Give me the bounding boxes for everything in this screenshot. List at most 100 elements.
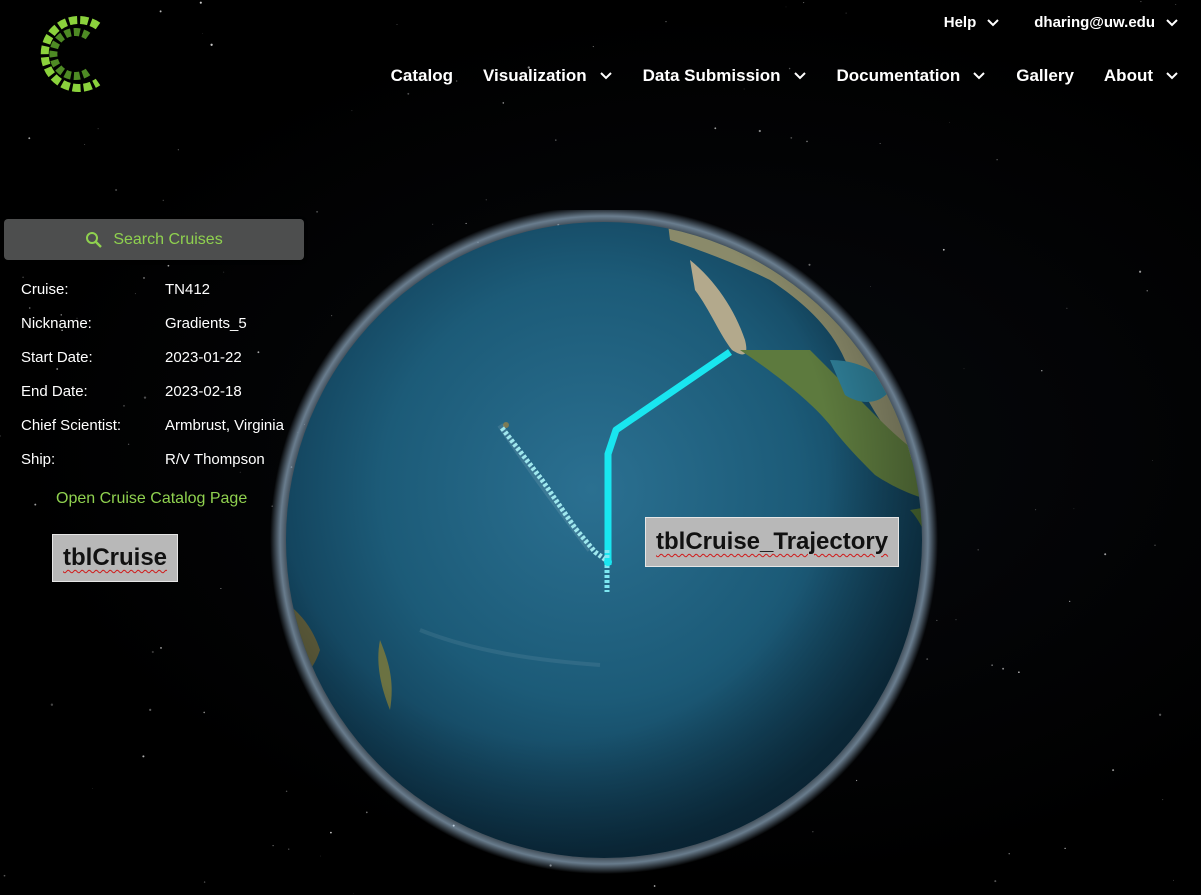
star: [123, 404, 125, 407]
star: [34, 503, 37, 506]
star: [1002, 667, 1005, 670]
cmap-logo-icon[interactable]: [28, 8, 112, 100]
help-menu[interactable]: Help: [944, 14, 1001, 31]
start-date-label: Start Date:: [21, 349, 93, 366]
star: [806, 140, 808, 143]
chevron-down-icon: [973, 72, 985, 80]
star: [942, 248, 945, 251]
star: [210, 43, 213, 46]
start-date-value: 2023-01-22: [165, 349, 242, 366]
nav-catalog[interactable]: Catalog: [391, 66, 453, 86]
nav-about-label: About: [1103, 66, 1153, 85]
star: [1172, 879, 1175, 881]
nav-gallery[interactable]: Gallery: [1016, 66, 1074, 86]
star: [790, 136, 793, 139]
star: [151, 650, 154, 654]
star: [785, 6, 787, 8]
nav-gallery-label: Gallery: [1016, 66, 1074, 85]
star: [1154, 544, 1156, 546]
chevron-down-icon: [1166, 18, 1178, 26]
cruise-value: TN412: [165, 281, 211, 298]
star: [502, 102, 505, 104]
star: [1112, 769, 1115, 772]
star: [162, 199, 165, 202]
star: [0, 435, 1, 437]
cruise-info-row: Cruise: TN412: [21, 281, 210, 298]
top-utility-nav: Help dharing@uw.edu: [944, 14, 1179, 31]
star: [963, 368, 965, 370]
star: [1146, 290, 1148, 292]
star: [991, 664, 993, 666]
star: [1018, 671, 1020, 674]
star: [97, 128, 99, 130]
nav-documentation[interactable]: Documentation: [837, 66, 987, 86]
chief-scientist-value: Armbrust, Virginia: [165, 417, 284, 434]
chevron-down-icon: [599, 72, 612, 80]
star: [1162, 799, 1164, 801]
star: [92, 788, 94, 789]
star: [592, 46, 594, 48]
ship-value: R/V Thompson: [165, 451, 265, 468]
star: [1140, 1, 1142, 3]
star: [22, 276, 24, 279]
star: [351, 110, 353, 112]
star: [977, 549, 979, 551]
star: [743, 88, 745, 90]
cruise-visualization-app: Help dharing@uw.edu Catalog Visualizatio…: [0, 0, 1201, 895]
star: [3, 874, 6, 877]
tblcruise-annotation: tblCruise: [52, 534, 179, 582]
start-date-info-row: Start Date: 2023-01-22: [21, 349, 242, 366]
star: [994, 880, 997, 883]
end-date-label: End Date:: [21, 383, 88, 400]
star: [555, 139, 557, 141]
star: [28, 307, 31, 309]
chief-scientist-info-row: Chief Scientist: Armbrust, Virginia: [21, 417, 284, 434]
star: [28, 137, 31, 140]
search-icon: [86, 231, 103, 248]
user-menu[interactable]: dharing@uw.edu: [1034, 14, 1179, 31]
star: [159, 10, 162, 13]
star: [127, 443, 130, 445]
trajectory-station-marker: [604, 558, 612, 566]
star: [160, 647, 162, 649]
star: [1104, 553, 1107, 556]
star: [84, 144, 86, 145]
chevron-down-icon: [1166, 72, 1178, 80]
star: [202, 33, 203, 34]
ship-info-row: Ship: R/V Thompson: [21, 451, 265, 468]
star: [955, 619, 957, 621]
star: [223, 271, 225, 273]
end-date-value: 2023-02-18: [165, 383, 242, 400]
nav-visualization-label: Visualization: [482, 66, 587, 85]
chevron-down-icon: [793, 72, 806, 80]
star: [1069, 600, 1071, 603]
nav-data-submission-label: Data Submission: [642, 66, 781, 85]
star: [353, 893, 354, 895]
main-nav: Catalog Visualization Data Submission Do…: [391, 66, 1179, 86]
star: [203, 711, 206, 714]
cruise-label: Cruise:: [21, 281, 69, 298]
help-label: Help: [943, 14, 977, 31]
nickname-value: Gradients_5: [165, 315, 247, 332]
end-date-info-row: End Date: 2023-02-18: [21, 383, 242, 400]
star: [1139, 270, 1142, 273]
nav-catalog-label: Catalog: [390, 66, 453, 85]
star: [949, 121, 950, 123]
star: [996, 159, 998, 161]
nickname-info-row: Nickname: Gradients_5: [21, 315, 247, 332]
star: [149, 708, 152, 712]
nav-data-submission[interactable]: Data Submission: [643, 66, 807, 86]
star: [845, 12, 847, 14]
star: [1175, 4, 1177, 5]
star: [407, 92, 410, 95]
star: [199, 1, 202, 4]
star: [1064, 847, 1066, 850]
star: [1035, 509, 1037, 511]
search-cruises-button[interactable]: Search Cruises: [4, 219, 304, 260]
nav-visualization[interactable]: Visualization: [483, 66, 613, 86]
star: [1158, 713, 1162, 716]
nav-about[interactable]: About: [1104, 66, 1179, 86]
open-cruise-catalog-link[interactable]: Open Cruise Catalog Page: [56, 490, 247, 508]
tblcruise-trajectory-annotation: tblCruise_Trajectory: [645, 517, 900, 567]
star: [239, 471, 241, 473]
